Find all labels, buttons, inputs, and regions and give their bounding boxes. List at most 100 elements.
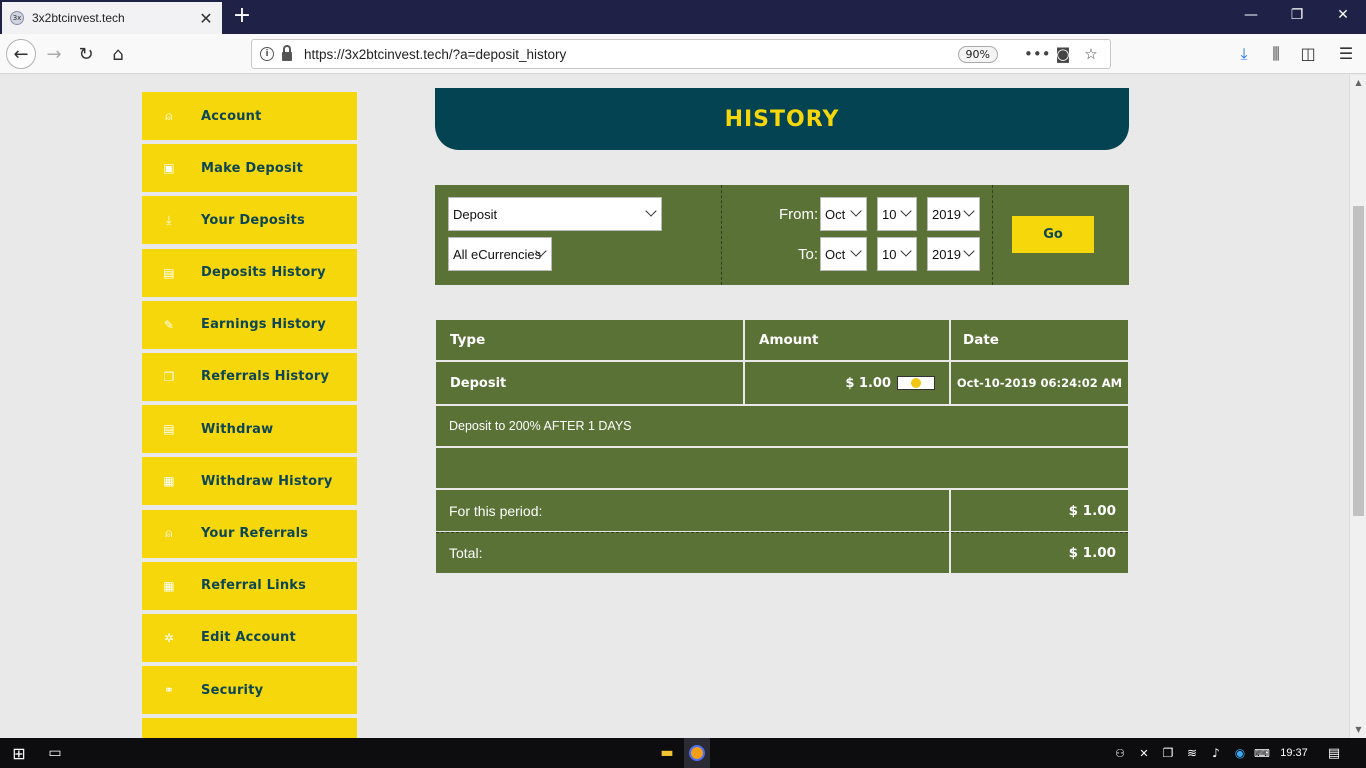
total-value: $ 1.00 xyxy=(951,532,1128,573)
navigation-toolbar: ← → ↻ ⌂ i https://3x2btcinvest.tech/?a=d… xyxy=(0,34,1366,74)
period-label: For this period: xyxy=(436,490,949,531)
chevron-down-icon xyxy=(963,205,975,217)
edit-icon: ✎ xyxy=(163,317,175,332)
sidebar-item-edit-account[interactable]: ✲ Edit Account xyxy=(142,613,357,662)
sidebar-item-withdraw-history[interactable]: ▦ Withdraw History xyxy=(142,457,357,506)
people-icon[interactable]: ⚇ xyxy=(1110,743,1130,763)
sidebar-item-withdraw[interactable]: ▤ Withdraw xyxy=(142,405,357,454)
empty-row xyxy=(436,448,1128,488)
chevron-down-icon xyxy=(850,205,862,217)
windows-start-icon[interactable]: ⊞ xyxy=(8,743,30,763)
site-favicon-icon: 3x xyxy=(10,11,24,25)
home-button[interactable]: ⌂ xyxy=(104,40,132,68)
sidebar-item-your-referrals[interactable]: ⍝ Your Referrals xyxy=(142,509,357,558)
period-value: $ 1.00 xyxy=(951,490,1128,531)
sidebar-item-label: Withdraw xyxy=(201,421,274,437)
row-amount-cell: $ 1.00 xyxy=(745,362,949,404)
sidebar-item-label: Make Deposit xyxy=(201,160,304,176)
chevron-down-icon xyxy=(963,245,975,257)
library-icon[interactable]: ⫼ xyxy=(1264,44,1288,64)
user-icon: ⍝ xyxy=(165,108,173,123)
scrollbar-thumb[interactable] xyxy=(1353,206,1364,516)
new-tab-button[interactable]: + xyxy=(230,4,254,30)
copy-tray-icon[interactable]: ❐ xyxy=(1158,743,1178,763)
from-day-select[interactable]: 10 xyxy=(877,197,917,231)
sidebar-item-referrals-history[interactable]: ❐ Referrals History xyxy=(142,352,357,401)
file-explorer-icon[interactable]: ▬ xyxy=(656,743,678,763)
close-window-icon[interactable]: ✕ xyxy=(1320,0,1366,30)
chevron-down-icon xyxy=(900,205,912,217)
sidebar-item-label: Edit Account xyxy=(201,630,296,646)
pocket-icon[interactable]: ◙ xyxy=(1052,45,1074,63)
to-month-value: Oct xyxy=(825,246,846,262)
to-day-select[interactable]: 10 xyxy=(877,237,917,271)
currency-select[interactable]: All eCurrencies xyxy=(448,237,552,271)
volume-icon[interactable]: ♪ xyxy=(1206,743,1226,763)
page-scrollbar[interactable]: ▲ ▼ xyxy=(1349,75,1366,738)
scroll-up-icon[interactable]: ▲ xyxy=(1350,75,1366,91)
sidebar-toggle-icon[interactable]: ◫ xyxy=(1296,44,1320,64)
chevron-down-icon xyxy=(645,205,657,217)
calendar-icon: ▦ xyxy=(163,474,175,489)
app-tray-icon[interactable]: ◉ xyxy=(1230,743,1250,763)
sidebar-item-make-deposit[interactable]: ▣ Make Deposit xyxy=(142,144,357,193)
firefox-taskbar-icon[interactable] xyxy=(684,738,710,768)
chevron-down-icon xyxy=(900,245,912,257)
url-text[interactable]: https://3x2btcinvest.tech/?a=deposit_his… xyxy=(304,47,958,62)
clock[interactable]: 19:37 xyxy=(1276,743,1312,763)
sidebar-item-label: Referral Links xyxy=(201,578,307,594)
sidebar-item-label: Security xyxy=(201,682,264,698)
from-label: From: xyxy=(779,206,819,223)
sidebar-item-referral-links[interactable]: ▦ Referral Links xyxy=(142,561,357,610)
from-year-select[interactable]: 2019 xyxy=(927,197,980,231)
sidebar-item-label: Withdraw History xyxy=(201,473,333,489)
task-view-icon[interactable]: ▭ xyxy=(44,743,66,763)
restore-window-icon[interactable]: ❐ xyxy=(1274,0,1320,30)
row-amount-value: $ 1.00 xyxy=(845,375,891,391)
chevron-down-icon xyxy=(850,245,862,257)
close-tab-icon[interactable]: ✕ xyxy=(198,9,214,28)
grid-icon: ▦ xyxy=(163,578,175,593)
page-actions-icon[interactable]: ••• xyxy=(1024,45,1051,63)
to-label: To: xyxy=(798,246,819,263)
total-label: Total: xyxy=(436,532,949,573)
scroll-down-icon[interactable]: ▼ xyxy=(1350,722,1366,738)
sidebar-item-your-deposits[interactable]: ⤓ Your Deposits xyxy=(142,196,357,245)
language-icon[interactable]: ⌨ xyxy=(1254,743,1270,763)
from-month-select[interactable]: Oct xyxy=(820,197,867,231)
sidebar-item-logout-partial[interactable]: □ xyxy=(142,718,357,738)
network-alert-icon[interactable]: ✕ xyxy=(1134,743,1154,763)
download-icon: ⤓ xyxy=(166,212,172,227)
menu-icon[interactable]: ☰ xyxy=(1334,44,1358,64)
gear-icon: ✲ xyxy=(163,630,175,645)
filter-divider xyxy=(721,185,722,285)
wifi-icon[interactable]: ≋ xyxy=(1182,743,1202,763)
go-button[interactable]: Go xyxy=(1012,216,1094,253)
forward-button[interactable]: → xyxy=(40,40,68,68)
address-bar[interactable]: i https://3x2btcinvest.tech/?a=deposit_h… xyxy=(251,39,1111,69)
to-month-select[interactable]: Oct xyxy=(820,237,867,271)
sidebar-item-security[interactable]: ⚭ Security xyxy=(142,666,357,715)
row-type-cell: Deposit xyxy=(436,362,743,404)
site-info-icon[interactable]: i xyxy=(260,47,274,61)
minimize-window-icon[interactable]: — xyxy=(1228,0,1274,30)
from-year-value: 2019 xyxy=(932,206,961,222)
sidebar-item-earnings-history[interactable]: ✎ Earnings History xyxy=(142,300,357,349)
downloads-icon[interactable]: ⤓ xyxy=(1232,44,1256,64)
type-select[interactable]: Deposit xyxy=(448,197,662,231)
action-center-icon[interactable]: ▤ xyxy=(1324,743,1344,763)
sidebar-item-deposits-history[interactable]: ▤ Deposits History xyxy=(142,248,357,297)
type-select-value: Deposit xyxy=(453,206,498,222)
bookmark-star-icon[interactable]: ☆ xyxy=(1080,45,1102,63)
zoom-level-badge[interactable]: 90% xyxy=(957,45,998,63)
page-viewport: ⍝ Account ▣ Make Deposit ⤓ Your Deposits… xyxy=(0,75,1366,738)
back-button[interactable]: ← xyxy=(6,39,36,69)
history-filter-panel: Deposit All eCurrencies From: Oct 10 201… xyxy=(435,185,1129,285)
browser-tab[interactable]: 3x 3x2btcinvest.tech ✕ xyxy=(2,2,222,34)
reload-button[interactable]: ↻ xyxy=(72,40,100,68)
sidebar-item-account[interactable]: ⍝ Account xyxy=(142,92,357,140)
to-year-select[interactable]: 2019 xyxy=(927,237,980,271)
page-title: HISTORY xyxy=(435,88,1129,150)
sidebar-item-label: Earnings History xyxy=(201,317,326,333)
copy-icon: ❐ xyxy=(163,369,175,384)
